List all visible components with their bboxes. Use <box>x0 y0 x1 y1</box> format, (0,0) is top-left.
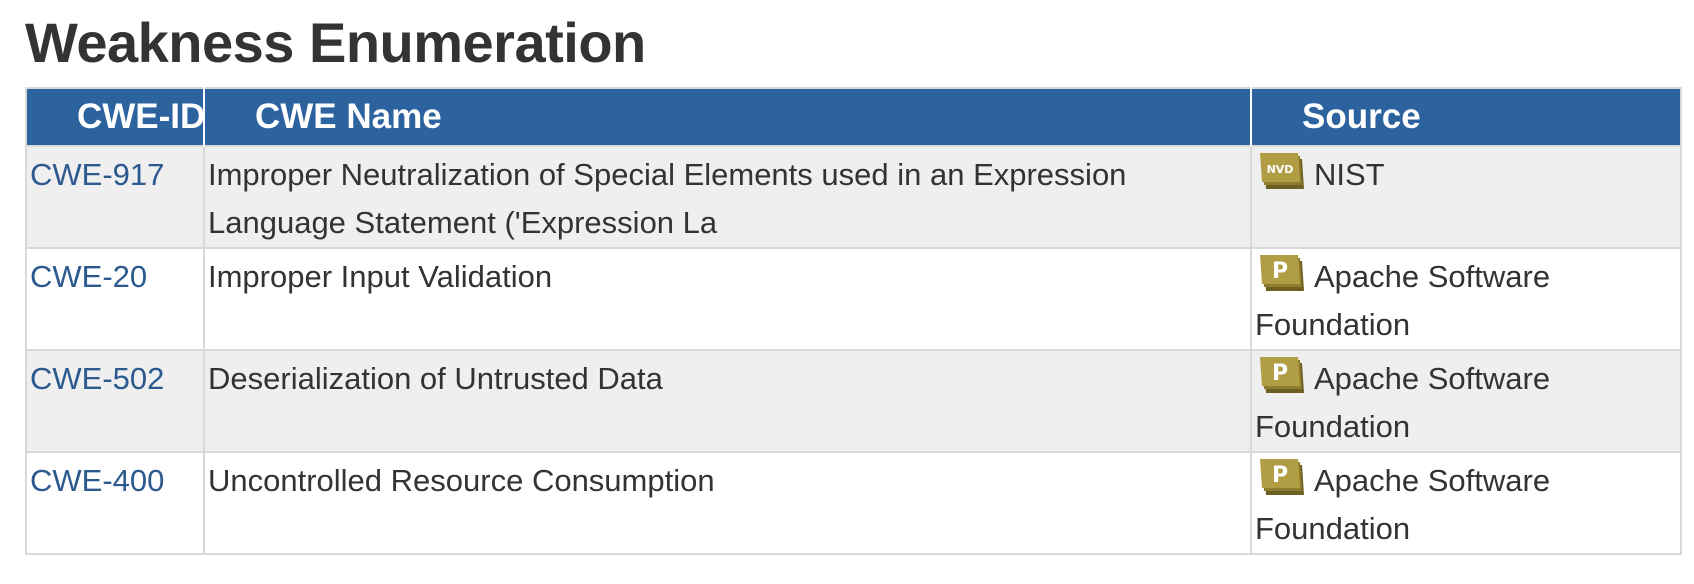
svg-text:P: P <box>1272 361 1288 386</box>
svg-text:P: P <box>1272 463 1288 488</box>
cna-p-icon: P <box>1260 357 1304 393</box>
cwe-id-cell: CWE-917 <box>26 145 204 248</box>
source-cell: P Apache Software Foundation <box>1250 247 1681 350</box>
table-header-row: CWE-ID CWE Name Source <box>26 88 1681 146</box>
source-name: NIST <box>1314 157 1385 192</box>
column-header-cwe-name[interactable]: CWE Name <box>203 88 1251 146</box>
source-cell: NVD NIST <box>1250 145 1681 248</box>
table-row: CWE-917 Improper Neutralization of Speci… <box>26 145 1681 248</box>
cwe-id-cell: CWE-400 <box>26 451 204 554</box>
svg-text:P: P <box>1272 259 1288 284</box>
cna-p-icon: P <box>1260 459 1304 495</box>
cwe-name-cell: Improper Input Validation <box>203 247 1251 350</box>
cwe-id-link[interactable]: CWE-502 <box>30 361 164 396</box>
svg-text:NVD: NVD <box>1267 163 1294 176</box>
weakness-enumeration-section: Weakness Enumeration CWE-ID CWE Name Sou… <box>25 0 1682 555</box>
cwe-id-link[interactable]: CWE-400 <box>30 463 164 498</box>
cwe-id-cell: CWE-502 <box>26 349 204 452</box>
cwe-id-cell: CWE-20 <box>26 247 204 350</box>
column-header-cwe-id[interactable]: CWE-ID <box>26 88 204 146</box>
table-row: CWE-400 Uncontrolled Resource Consumptio… <box>26 451 1681 554</box>
page-title: Weakness Enumeration <box>25 11 646 74</box>
nvd-icon: NVD <box>1260 153 1304 189</box>
cwe-name-cell: Uncontrolled Resource Consumption <box>203 451 1251 554</box>
cwe-id-link[interactable]: CWE-917 <box>30 157 164 192</box>
source-cell: P Apache Software Foundation <box>1250 349 1681 452</box>
table-row: CWE-502 Deserialization of Untrusted Dat… <box>26 349 1681 452</box>
cna-p-icon: P <box>1260 255 1304 291</box>
table-row: CWE-20 Improper Input Validation P Apach… <box>26 247 1681 350</box>
source-cell: P Apache Software Foundation <box>1250 451 1681 554</box>
column-header-source[interactable]: Source <box>1250 88 1681 146</box>
cwe-name-cell: Improper Neutralization of Special Eleme… <box>203 145 1251 248</box>
cwe-id-link[interactable]: CWE-20 <box>30 259 147 294</box>
weakness-table: CWE-ID CWE Name Source CWE-917 Improper … <box>25 87 1682 555</box>
cwe-name-cell: Deserialization of Untrusted Data <box>203 349 1251 452</box>
